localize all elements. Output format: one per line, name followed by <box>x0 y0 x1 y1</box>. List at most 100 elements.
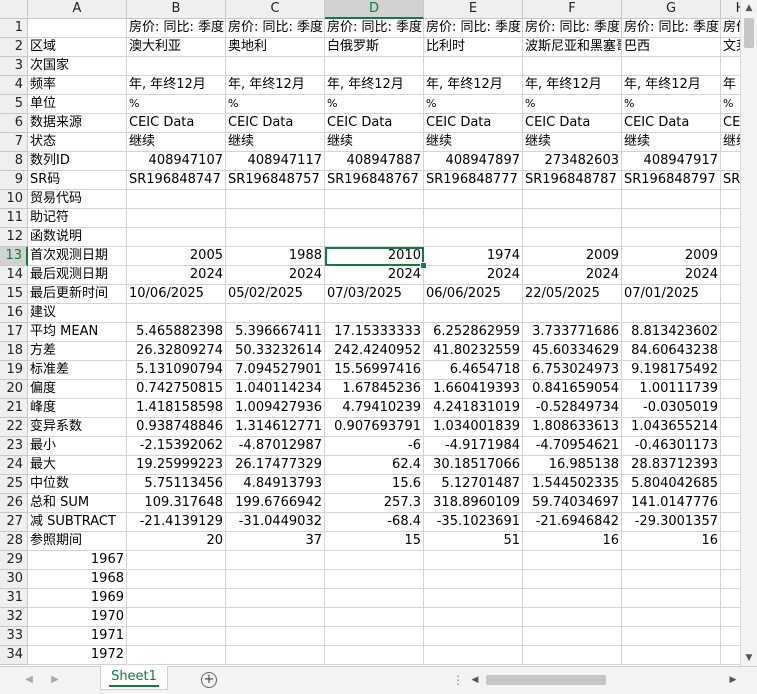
cell-g30[interactable] <box>622 570 721 589</box>
cell-a2[interactable]: 区域 <box>28 38 127 57</box>
cell-d25[interactable]: 15.6 <box>325 475 424 494</box>
row-header-31[interactable]: 31 <box>0 589 28 608</box>
cell-f22[interactable]: 1.808633613 <box>523 418 622 437</box>
cell-g32[interactable] <box>622 608 721 627</box>
cell-b22[interactable]: 0.938748846 <box>127 418 226 437</box>
cell-b4[interactable]: 年, 年终12月 <box>127 76 226 95</box>
cell-d7[interactable]: 继续 <box>325 133 424 152</box>
sheet-tab-sheet1[interactable]: Sheet1 <box>100 666 168 690</box>
cell-a27[interactable]: 减 SUBTRACT <box>28 513 127 532</box>
cell-f12[interactable] <box>523 228 622 247</box>
cell-e20[interactable]: 1.660419393 <box>424 380 523 399</box>
cell-a26[interactable]: 总和 SUM <box>28 494 127 513</box>
cell-c17[interactable]: 5.396667411 <box>226 323 325 342</box>
cell-c12[interactable] <box>226 228 325 247</box>
cell-h34[interactable] <box>721 646 740 665</box>
cell-d26[interactable]: 257.3 <box>325 494 424 513</box>
cell-f23[interactable]: -4.70954621 <box>523 437 622 456</box>
cell-e17[interactable]: 6.252862959 <box>424 323 523 342</box>
horizontal-scrollbar[interactable]: ◀ ▶ <box>468 672 740 688</box>
cell-g6[interactable]: CEIC Data <box>622 114 721 133</box>
cell-g23[interactable]: -0.46301173 <box>622 437 721 456</box>
cell-a33[interactable]: 1971 <box>28 627 127 646</box>
cell-f18[interactable]: 45.60334629 <box>523 342 622 361</box>
row-header-17[interactable]: 17 <box>0 323 28 342</box>
cell-c19[interactable]: 7.094527901 <box>226 361 325 380</box>
cell-g24[interactable]: 28.83712393 <box>622 456 721 475</box>
cell-b8[interactable]: 408947107 <box>127 152 226 171</box>
cell-g13[interactable]: 2009 <box>622 247 721 266</box>
cell-a20[interactable]: 偏度 <box>28 380 127 399</box>
cell-h14[interactable] <box>721 266 740 285</box>
cell-e5[interactable]: % <box>424 95 523 114</box>
cell-e6[interactable]: CEIC Data <box>424 114 523 133</box>
cell-a12[interactable]: 函数说明 <box>28 228 127 247</box>
cell-e12[interactable] <box>424 228 523 247</box>
cell-a10[interactable]: 贸易代码 <box>28 190 127 209</box>
tab-split-handle-icon[interactable]: ⋮ <box>452 673 465 687</box>
column-header-h[interactable]: H <box>721 0 740 19</box>
cell-c23[interactable]: -4.87012987 <box>226 437 325 456</box>
cell-a32[interactable]: 1970 <box>28 608 127 627</box>
cell-c29[interactable] <box>226 551 325 570</box>
cell-f32[interactable] <box>523 608 622 627</box>
cell-g12[interactable] <box>622 228 721 247</box>
cell-h18[interactable] <box>721 342 740 361</box>
cell-e24[interactable]: 30.18517066 <box>424 456 523 475</box>
cell-b5[interactable]: % <box>127 95 226 114</box>
cell-h29[interactable] <box>721 551 740 570</box>
row-header-33[interactable]: 33 <box>0 627 28 646</box>
cell-a5[interactable]: 单位 <box>28 95 127 114</box>
cell-f34[interactable] <box>523 646 622 665</box>
cell-f25[interactable]: 1.544502335 <box>523 475 622 494</box>
vertical-scroll-thumb[interactable] <box>744 18 754 48</box>
row-header-29[interactable]: 29 <box>0 551 28 570</box>
cell-b3[interactable] <box>127 57 226 76</box>
cell-e33[interactable] <box>424 627 523 646</box>
cell-d6[interactable]: CEIC Data <box>325 114 424 133</box>
cell-c34[interactable] <box>226 646 325 665</box>
cell-h27[interactable] <box>721 513 740 532</box>
cell-f33[interactable] <box>523 627 622 646</box>
row-header-14[interactable]: 14 <box>0 266 28 285</box>
cell-f16[interactable] <box>523 304 622 323</box>
cell-h20[interactable] <box>721 380 740 399</box>
cell-d21[interactable]: 4.79410239 <box>325 399 424 418</box>
cell-b28[interactable]: 20 <box>127 532 226 551</box>
cell-c8[interactable]: 408947117 <box>226 152 325 171</box>
cell-a31[interactable]: 1969 <box>28 589 127 608</box>
cell-e13[interactable]: 1974 <box>424 247 523 266</box>
cell-f31[interactable] <box>523 589 622 608</box>
cell-f1[interactable]: 房价: 同比: 季度 <box>523 19 622 38</box>
cell-e7[interactable]: 继续 <box>424 133 523 152</box>
cell-a4[interactable]: 频率 <box>28 76 127 95</box>
cell-g31[interactable] <box>622 589 721 608</box>
cell-b19[interactable]: 5.131090794 <box>127 361 226 380</box>
cell-d30[interactable] <box>325 570 424 589</box>
cell-c24[interactable]: 26.17477329 <box>226 456 325 475</box>
cell-e22[interactable]: 1.034001839 <box>424 418 523 437</box>
cell-e1[interactable]: 房价: 同比: 季度 <box>424 19 523 38</box>
scroll-up-icon[interactable]: ▲ <box>741 0 757 16</box>
cell-c2[interactable]: 奥地利 <box>226 38 325 57</box>
row-header-12[interactable]: 12 <box>0 228 28 247</box>
cell-g14[interactable]: 2024 <box>622 266 721 285</box>
cell-c11[interactable] <box>226 209 325 228</box>
cell-f14[interactable]: 2024 <box>523 266 622 285</box>
row-header-8[interactable]: 8 <box>0 152 28 171</box>
cell-b20[interactable]: 0.742750815 <box>127 380 226 399</box>
row-header-26[interactable]: 26 <box>0 494 28 513</box>
cell-d14[interactable]: 2024 <box>325 266 424 285</box>
cell-a34[interactable]: 1972 <box>28 646 127 665</box>
add-sheet-button[interactable]: + <box>201 672 217 688</box>
cell-d15[interactable]: 07/03/2025 <box>325 285 424 304</box>
cell-d11[interactable] <box>325 209 424 228</box>
cell-g8[interactable]: 408947917 <box>622 152 721 171</box>
cell-a14[interactable]: 最后观测日期 <box>28 266 127 285</box>
cell-h32[interactable] <box>721 608 740 627</box>
cell-g20[interactable]: 1.00111739 <box>622 380 721 399</box>
cell-d16[interactable] <box>325 304 424 323</box>
cell-f24[interactable]: 16.985138 <box>523 456 622 475</box>
row-header-2[interactable]: 2 <box>0 38 28 57</box>
cell-b24[interactable]: 19.25999223 <box>127 456 226 475</box>
